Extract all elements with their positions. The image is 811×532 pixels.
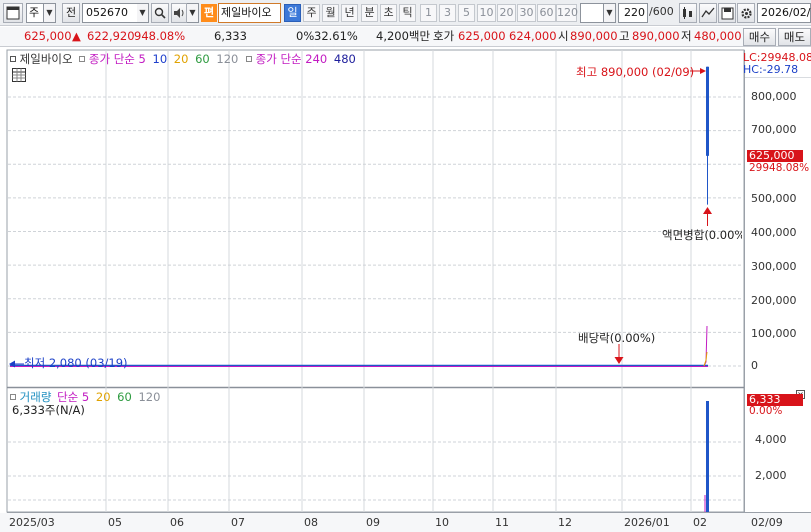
x-label-2025-03: 2025/03	[9, 516, 55, 529]
price-tick-700000: 700,000	[751, 123, 797, 136]
legend-ma-label: 종가 단순	[88, 52, 135, 66]
legend-ma-240: 240	[305, 52, 328, 66]
legend-square-icon	[246, 56, 252, 62]
x-label-12: 12	[558, 516, 572, 529]
data-table-icon[interactable]	[12, 68, 26, 82]
split-annotation: 액면병합(0.00%	[662, 228, 742, 242]
price-legend: 제일바이오 종가 단순 5 10 20 60 120 종가 단순 240 480	[10, 51, 356, 67]
current-price-sub-tag: 29948.08%	[749, 162, 810, 174]
x-label-09: 09	[366, 516, 380, 529]
volume-tick-4000: 4,000	[755, 433, 787, 446]
legend-ma-480: 480	[333, 52, 356, 66]
volume-bar	[706, 401, 709, 512]
legend-vol-ma-120: 120	[138, 390, 161, 404]
legend-square-icon	[79, 56, 86, 62]
hc-label: HC:-29.78	[743, 63, 799, 76]
dividend-annotation: 배당락(0.00%)	[578, 331, 656, 345]
price-tick-800000: 800,000	[751, 90, 797, 103]
legend-vol-ma-20: 20	[95, 390, 111, 404]
volume-value-text: 6,333주(N/A)	[12, 403, 85, 417]
volume-axis[interactable]: × 6,333 0.00% 4,000 2,000	[744, 388, 811, 512]
x-label-05: 05	[108, 516, 122, 529]
legend-vol-ma-60: 60	[117, 390, 132, 404]
legend-ma2-label: 종가 단순	[255, 52, 302, 66]
price-axis[interactable]: LC:29948.08 HC:-29.78 800,000 700,000 50…	[743, 50, 811, 388]
legend-stock-name: 제일바이오	[19, 52, 73, 66]
x-label-02-09: 02/09	[751, 516, 783, 529]
legend-ma-120: 120	[216, 52, 239, 66]
x-label-06: 06	[170, 516, 184, 529]
x-label-2026-01: 2026/01	[624, 516, 670, 529]
price-tick-400000: 400,000	[751, 226, 797, 239]
price-tick-300000: 300,000	[751, 260, 797, 273]
price-tick-500000: 500,000	[751, 192, 797, 205]
legend-ma-20: 20	[173, 52, 189, 66]
legend-square-icon	[10, 394, 16, 400]
legend-ma-5: 5	[138, 52, 146, 66]
low-annotation: 최저 2,080 (03/19)	[24, 356, 128, 370]
price-tick-100000: 100,000	[751, 327, 797, 340]
x-label-02: 02	[693, 516, 707, 529]
price-tick-0: 0	[751, 359, 758, 372]
high-annotation: 최고 890,000 (02/09)	[576, 65, 695, 79]
x-label-07: 07	[231, 516, 245, 529]
current-volume-sub-tag: 0.00%	[749, 405, 783, 417]
candle-body	[706, 66, 709, 156]
x-label-10: 10	[435, 516, 449, 529]
legend-square-icon	[10, 56, 16, 62]
legend-ma-10: 10	[152, 52, 168, 66]
legend-ma-60: 60	[195, 52, 210, 66]
current-price-tag: 625,000	[747, 150, 803, 162]
x-label-08: 08	[304, 516, 318, 529]
x-label-11: 11	[495, 516, 509, 529]
volume-tick-2000: 2,000	[755, 469, 787, 482]
price-tick-200000: 200,000	[751, 294, 797, 307]
